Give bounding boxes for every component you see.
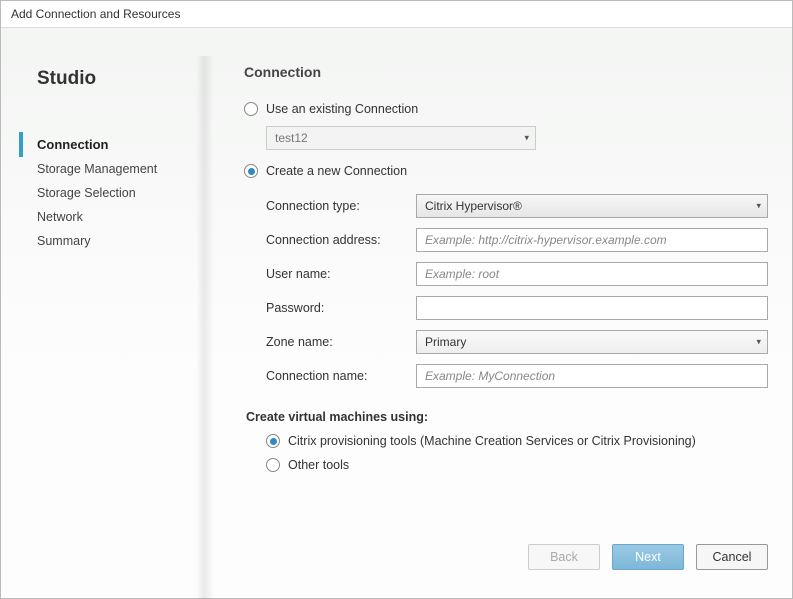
option-create-new[interactable]: Create a new Connection [244,164,768,178]
sidebar: Studio Connection Storage Management Sto… [19,46,214,588]
step-summary[interactable]: Summary [19,229,214,253]
cancel-button[interactable]: Cancel [696,544,768,570]
label-connection-address: Connection address: [266,233,406,247]
vm-option-tools[interactable]: Citrix provisioning tools (Machine Creat… [266,434,768,448]
user-name-input[interactable] [416,262,768,286]
label-connection-name: Connection name: [266,369,406,383]
window-title: Add Connection and Resources [1,1,792,28]
connection-form: Connection type: Citrix Hypervisor® ▾ Co… [266,194,768,388]
chevron-down-icon: ▾ [756,337,761,348]
option-create-new-label: Create a new Connection [266,164,407,178]
vm-option-other-label: Other tools [288,458,349,472]
step-storage-management[interactable]: Storage Management [19,157,214,181]
option-use-existing-label: Use an existing Connection [266,102,418,116]
main-panel: Connection Use an existing Connection te… [214,46,774,588]
step-network[interactable]: Network [19,205,214,229]
existing-connection-row: test12 ▾ [266,126,768,150]
wizard-footer: Back Next Cancel [244,530,768,588]
brand-title: Studio [19,68,214,90]
radio-vm-tools[interactable] [266,434,280,448]
zone-name-select[interactable]: Primary ▾ [416,330,768,354]
existing-connection-select: test12 ▾ [266,126,536,150]
vm-option-tools-label: Citrix provisioning tools (Machine Creat… [288,434,696,448]
step-connection[interactable]: Connection [19,132,214,157]
label-zone-name: Zone name: [266,335,406,349]
step-storage-selection[interactable]: Storage Selection [19,181,214,205]
next-button[interactable]: Next [612,544,684,570]
radio-vm-other[interactable] [266,458,280,472]
back-button: Back [528,544,600,570]
zone-name-value: Primary [425,335,466,349]
chevron-down-icon: ▾ [756,201,761,212]
label-password: Password: [266,301,406,315]
connection-type-value: Citrix Hypervisor® [425,199,522,213]
wizard-window: Add Connection and Resources Studio Conn… [0,0,793,599]
wizard-body: Studio Connection Storage Management Sto… [1,28,792,598]
vm-option-other[interactable]: Other tools [266,458,768,472]
option-use-existing[interactable]: Use an existing Connection [244,102,768,116]
page-heading: Connection [244,64,768,80]
vm-section-heading: Create virtual machines using: [246,410,768,424]
label-connection-type: Connection type: [266,199,406,213]
connection-type-select[interactable]: Citrix Hypervisor® ▾ [416,194,768,218]
existing-connection-value: test12 [275,131,308,145]
wizard-steps: Connection Storage Management Storage Se… [19,132,214,253]
connection-address-input[interactable] [416,228,768,252]
label-user-name: User name: [266,267,406,281]
connection-name-input[interactable] [416,364,768,388]
password-input[interactable] [416,296,768,320]
radio-use-existing[interactable] [244,102,258,116]
chevron-down-icon: ▾ [524,133,529,144]
radio-create-new[interactable] [244,164,258,178]
